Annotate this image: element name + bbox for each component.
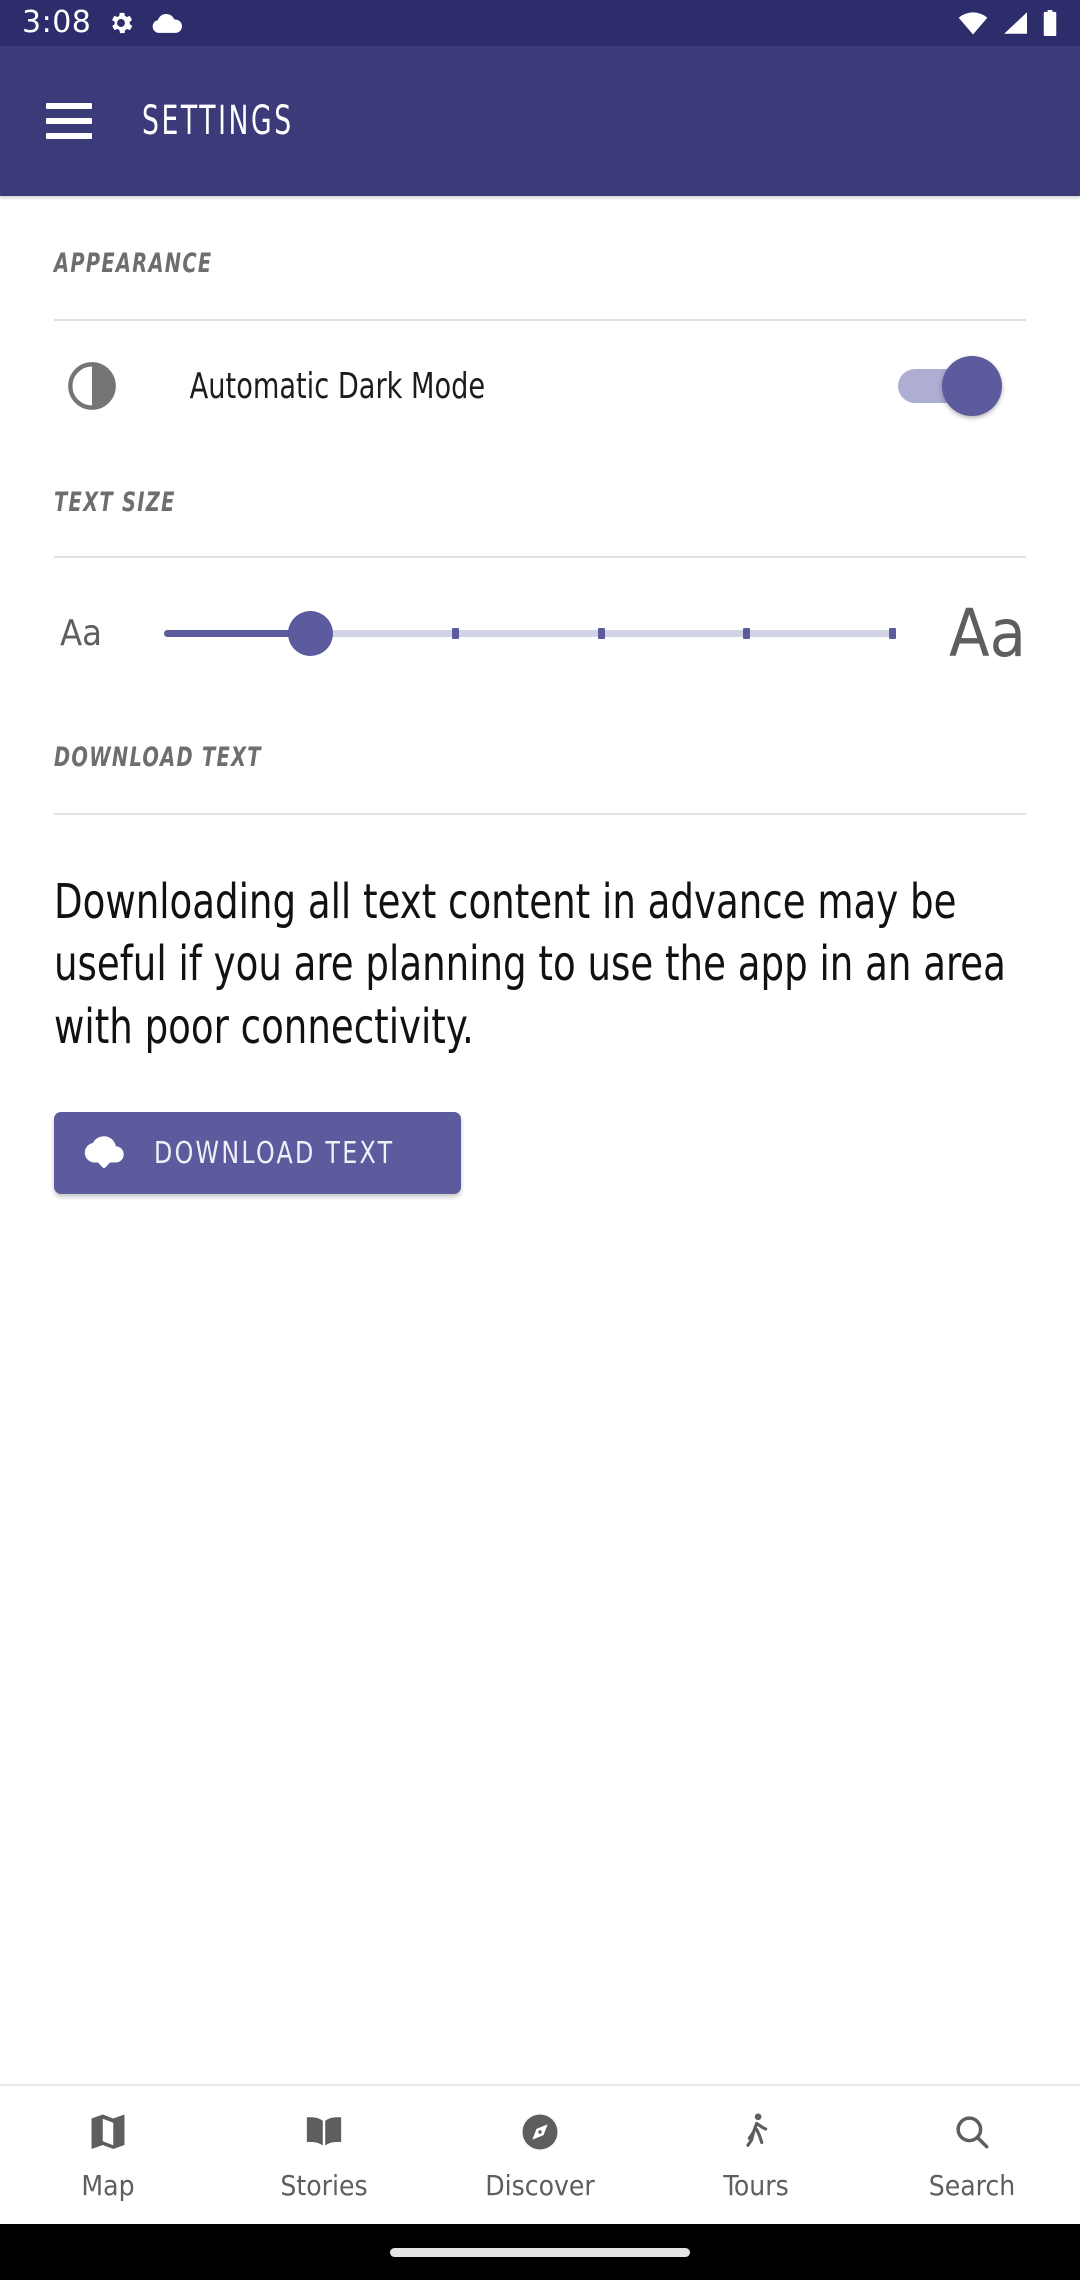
slider-thumb[interactable] bbox=[287, 611, 333, 656]
cloud-download-icon bbox=[84, 1136, 124, 1169]
text-size-large-label: Aa bbox=[949, 594, 1026, 672]
search-icon bbox=[951, 2109, 993, 2155]
page-title: SETTINGS bbox=[142, 98, 294, 144]
nav-item-search[interactable]: Search bbox=[864, 2109, 1080, 2202]
row-automatic-dark-mode[interactable]: Automatic Dark Mode bbox=[54, 321, 1026, 451]
nav-item-map[interactable]: Map bbox=[0, 2109, 216, 2202]
text-size-slider[interactable] bbox=[164, 603, 896, 663]
map-icon bbox=[87, 2109, 129, 2155]
cell-signal-icon bbox=[1004, 12, 1027, 34]
status-bar-clock: 3:08 bbox=[22, 5, 92, 40]
nav-label-search: Search bbox=[928, 2168, 1016, 2202]
gear-icon bbox=[112, 12, 133, 34]
contrast-half-circle-icon bbox=[54, 360, 146, 412]
gesture-pill bbox=[390, 2247, 690, 2257]
automatic-dark-mode-label: Automatic Dark Mode bbox=[189, 365, 486, 407]
nav-label-discover: Discover bbox=[485, 2168, 595, 2202]
wifi-icon bbox=[958, 12, 988, 35]
book-icon bbox=[303, 2109, 345, 2155]
settings-content: APPEARANCE Automatic Dark Mode TEXT SIZE bbox=[0, 196, 1080, 2084]
hamburger-line bbox=[46, 103, 92, 109]
section-text-size: TEXT SIZE Aa Aa bbox=[54, 451, 1026, 708]
nav-item-stories[interactable]: Stories bbox=[216, 2109, 432, 2202]
cloud-icon bbox=[153, 13, 183, 33]
download-text-description: Downloading all text content in advance … bbox=[54, 874, 1006, 1055]
hamburger-line bbox=[46, 118, 92, 124]
app-bar: SETTINGS bbox=[0, 46, 1080, 196]
slider-tick bbox=[889, 628, 896, 639]
section-download-text: DOWNLOAD TEXT Downloading all text conte… bbox=[54, 708, 1026, 1195]
text-size-small-label: Aa bbox=[60, 612, 102, 654]
text-size-slider-row: Aa Aa bbox=[54, 558, 1026, 708]
status-bar-left: 3:08 bbox=[22, 8, 183, 38]
status-bar: 3:08 bbox=[0, 0, 1080, 46]
nav-item-tours[interactable]: Tours bbox=[648, 2109, 864, 2202]
section-appearance: APPEARANCE Automatic Dark Mode bbox=[54, 196, 1026, 451]
toggle-thumb bbox=[942, 356, 1002, 416]
automatic-dark-mode-toggle[interactable] bbox=[898, 356, 1002, 416]
slider-tick bbox=[597, 628, 605, 639]
app-root: 3:08 SETTINGS APPEARANCE Automatic Dark … bbox=[0, 0, 1080, 2280]
download-text-button-label: DOWNLOAD TEXT bbox=[154, 1135, 395, 1171]
divider bbox=[54, 813, 1026, 815]
hamburger-line bbox=[46, 133, 92, 139]
system-gesture-bar bbox=[0, 2224, 1080, 2280]
walking-person-icon bbox=[735, 2109, 777, 2155]
bottom-navigation-bar: Map Stories Discover Tours Search bbox=[0, 2084, 1080, 2224]
section-heading-appearance: APPEARANCE bbox=[54, 248, 213, 279]
status-bar-right bbox=[958, 10, 1058, 36]
battery-icon bbox=[1043, 10, 1057, 36]
compass-icon bbox=[519, 2109, 561, 2155]
section-heading-download-text: DOWNLOAD TEXT bbox=[54, 742, 262, 773]
slider-tick bbox=[743, 628, 751, 639]
hamburger-menu-icon[interactable] bbox=[38, 90, 100, 152]
nav-item-discover[interactable]: Discover bbox=[432, 2109, 648, 2202]
section-heading-text-size: TEXT SIZE bbox=[54, 487, 176, 518]
nav-label-stories: Stories bbox=[280, 2168, 368, 2202]
nav-label-map: Map bbox=[81, 2168, 135, 2202]
slider-tick bbox=[452, 628, 460, 639]
nav-label-tours: Tours bbox=[723, 2168, 789, 2202]
download-text-button[interactable]: DOWNLOAD TEXT bbox=[54, 1112, 462, 1195]
